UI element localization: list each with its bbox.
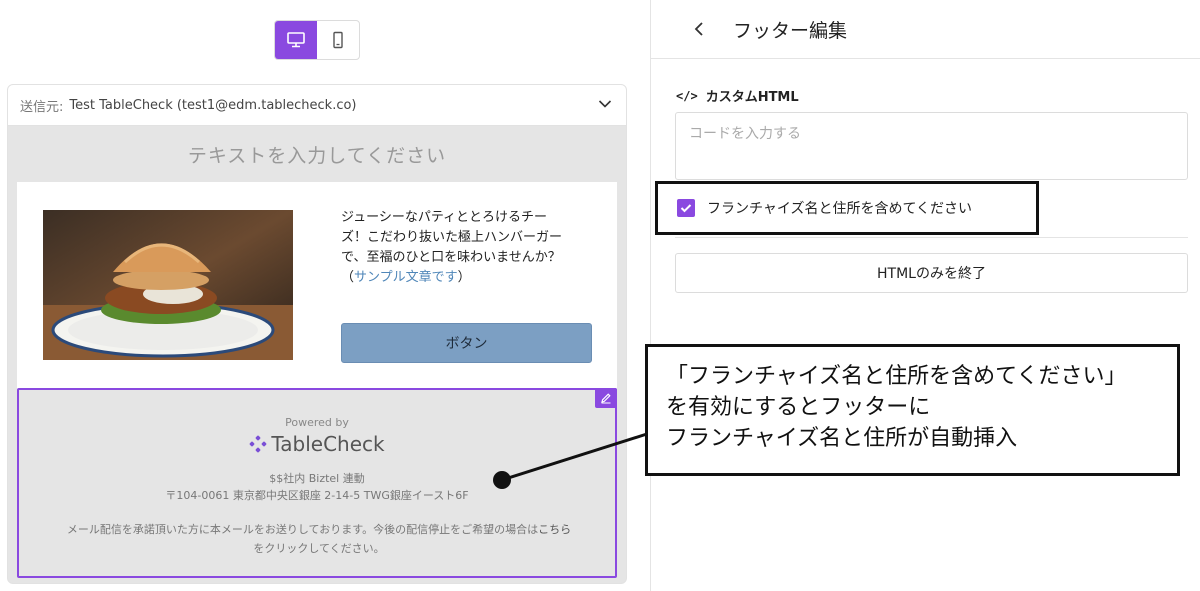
custom-html-input[interactable]	[675, 112, 1188, 180]
custom-html-label-text: カスタムHTML	[705, 90, 799, 105]
tablecheck-logo-text: TableCheck	[271, 432, 385, 456]
include-franchise-checkbox-row[interactable]: フランチャイズ名と住所を含めてください	[677, 198, 972, 218]
content-text: ジューシーなパティととろけるチーズ！こだわり抜いた極上ハンバーガーで、至福のひと…	[341, 208, 571, 288]
mobile-view-button[interactable]	[317, 21, 359, 59]
section-divider	[675, 237, 1188, 238]
tablecheck-logo: TableCheck	[19, 432, 615, 456]
desktop-monitor-icon	[287, 32, 305, 48]
content-body-end: ）	[457, 270, 471, 285]
checkmark-icon	[680, 204, 692, 213]
unsubscribe-end: をクリックしてください。	[253, 542, 385, 555]
content-block[interactable]: ジューシーなパティととろけるチーズ！こだわり抜いた極上ハンバーガーで、至福のひと…	[17, 182, 617, 389]
chevron-left-icon	[694, 22, 703, 36]
sender-value: Test TableCheck (test1@edm.tablecheck.co…	[69, 97, 357, 113]
code-icon: </>	[676, 88, 698, 103]
callout-line-2: を有効にするとフッターに	[666, 395, 931, 420]
sender-label: 送信元:	[20, 99, 64, 115]
include-franchise-label: フランチャイズ名と住所を含めてください	[707, 201, 973, 217]
custom-html-label: </> カスタムHTML	[676, 86, 799, 106]
sample-text-link[interactable]: サンプル文章です	[354, 270, 458, 285]
chevron-down-icon[interactable]	[598, 99, 612, 109]
email-header-text[interactable]: テキストを入力してください	[8, 126, 626, 182]
panel-header: フッター編集	[651, 0, 1200, 59]
footer-block[interactable]: Powered by TableCheck $$社内 Biztel 連動 〒10…	[17, 388, 617, 578]
exit-html-only-button[interactable]: HTMLのみを終了	[675, 253, 1188, 293]
sender-bar[interactable]: 送信元: Test TableCheck (test1@edm.tableche…	[8, 85, 626, 126]
unsubscribe-text: メール配信を承諾頂いた方に本メールをお送りしております。今後の配信停止をご希望の…	[39, 520, 599, 558]
device-toggle	[274, 20, 360, 60]
mobile-phone-icon	[333, 31, 343, 49]
powered-by-text: Powered by	[285, 416, 349, 429]
franchise-address-text: 〒104-0061 東京都中央区銀座 2-14-5 TWG銀座イースト6F	[165, 489, 469, 502]
back-button[interactable]	[687, 17, 711, 41]
franchise-name-text: $$社内 Biztel 連動	[269, 472, 365, 485]
footer-edit-panel: フッター編集 </> カスタムHTML フランチャイズ名と住所を含めてください …	[651, 0, 1200, 591]
panel-title: フッター編集	[733, 19, 848, 42]
unsubscribe-link[interactable]: こちら	[538, 523, 571, 536]
desktop-view-button[interactable]	[275, 21, 317, 59]
burger-image	[43, 210, 293, 360]
unsubscribe-body: メール配信を承諾頂いた方に本メールをお送りしております。今後の配信停止をご希望の…	[66, 523, 539, 536]
callout-line-3: フランチャイズ名と住所が自動挿入	[666, 426, 1018, 451]
email-cta-button[interactable]: ボタン	[341, 323, 592, 363]
edit-footer-button[interactable]	[595, 388, 617, 408]
email-preview: 送信元: Test TableCheck (test1@edm.tableche…	[7, 84, 627, 584]
callout-annotation: 「フランチャイズ名と住所を含めてください」 を有効にするとフッターに フランチャ…	[645, 344, 1180, 476]
tablecheck-logo-icon	[249, 435, 267, 453]
callout-line-1: 「フランチャイズ名と住所を含めてください」	[666, 364, 1127, 389]
preview-pane: 送信元: Test TableCheck (test1@edm.tableche…	[0, 0, 650, 591]
pencil-icon	[601, 393, 611, 404]
include-franchise-checkbox[interactable]	[677, 199, 695, 217]
